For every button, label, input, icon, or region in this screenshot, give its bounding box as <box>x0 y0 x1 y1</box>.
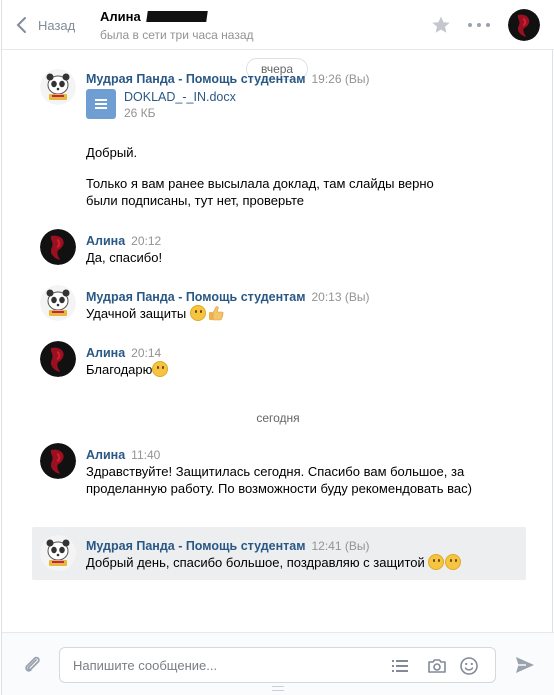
sender-avatar[interactable] <box>40 229 76 265</box>
message-header: Алина 20:12 <box>86 233 161 248</box>
message-text-row: Добрый день, спасибо большое, поздравляю… <box>86 554 516 571</box>
document-icon <box>86 89 116 119</box>
peer-info[interactable]: Алина была в сети три часа назад <box>100 9 254 42</box>
message-author[interactable]: Алина <box>86 234 125 248</box>
sender-avatar[interactable] <box>40 535 76 571</box>
peer-status: была в сети три часа назад <box>100 28 254 42</box>
sender-avatar[interactable] <box>40 285 76 321</box>
message-time[interactable]: 12:41 (Вы) <box>311 539 369 553</box>
message-time[interactable]: 20:14 <box>131 346 161 360</box>
back-label: Назад <box>38 17 76 33</box>
message-input-placeholder: Напишите сообщение... <box>73 658 218 673</box>
message-time[interactable]: 20:13 (Вы) <box>311 290 369 304</box>
smiley-emoji-icon <box>189 305 206 321</box>
message-author[interactable]: Мудрая Панда - Помощь студентам <box>86 72 305 86</box>
message-text-row: Благодарю <box>86 361 486 378</box>
message-author[interactable]: Мудрая Панда - Помощь студентам <box>86 290 305 304</box>
message-item[interactable]: Мудрая Панда - Помощь студентам 19:26 (Вы… <box>32 65 526 215</box>
smile-icon[interactable] <box>459 656 479 676</box>
message-text: Только я вам ранее высылала доклад, там … <box>86 176 434 208</box>
sender-avatar[interactable] <box>40 69 76 105</box>
chat-header: Назад Алина была в сети три часа назад <box>2 0 554 50</box>
message-time[interactable]: 20:12 <box>131 234 161 248</box>
message-text: Да, спасибо! <box>86 250 163 265</box>
peer-name: Алина <box>100 9 141 24</box>
redaction-mark <box>145 11 208 22</box>
message-item[interactable]: Алина 20:14 Благодарю <box>32 339 526 385</box>
day-separator-today: сегодня <box>256 411 300 425</box>
message-item-selected[interactable]: Мудрая Панда - Помощь студентам 12:41 (Вы… <box>32 527 526 580</box>
message-header: Мудрая Панда - Помощь студентам 20:13 (Вы… <box>86 289 369 304</box>
thumbs-up-emoji-icon <box>208 306 224 321</box>
peer-avatar[interactable] <box>508 9 540 41</box>
message-text-row: Удачной защиты <box>86 305 486 322</box>
message-header: Алина 11:40 <box>86 447 160 462</box>
message-text: Добрый день, спасибо большое, поздравляю… <box>86 555 425 570</box>
message-history[interactable]: вчера Мудрая Панда - Помощь студентам 19:… <box>2 51 554 631</box>
message-time[interactable]: 11:40 <box>131 448 160 462</box>
message-item[interactable]: Алина 11:40 Здравствуйте! Защитилась сего… <box>32 441 526 521</box>
message-header: Мудрая Панда - Помощь студентам 12:41 (Вы… <box>86 538 369 553</box>
chat-window: Назад Алина была в сети три часа назад в… <box>1 0 554 695</box>
peer-name-row: Алина <box>100 9 254 24</box>
message-header: Алина 20:14 <box>86 345 161 360</box>
message-item[interactable]: Алина 20:12 Да, спасибо! <box>32 227 526 273</box>
sender-avatar[interactable] <box>40 443 76 479</box>
document-size: 26 КБ <box>124 106 156 120</box>
back-button[interactable]: Назад <box>14 14 75 36</box>
message-text: Добрый. <box>86 145 138 160</box>
message-text: Здравствуйте! Защитилась сегодня. Спасиб… <box>86 464 472 496</box>
message-author[interactable]: Мудрая Панда - Помощь студентам <box>86 539 305 553</box>
camera-icon[interactable] <box>427 656 447 676</box>
message-item[interactable]: Мудрая Панда - Помощь студентам 20:13 (Вы… <box>32 283 526 329</box>
hugging-emoji-icon <box>445 554 462 570</box>
paperclip-icon[interactable] <box>21 653 43 675</box>
smiley-emoji-icon <box>152 361 169 377</box>
message-time[interactable]: 19:26 (Вы) <box>311 72 369 86</box>
message-author[interactable]: Алина <box>86 448 125 462</box>
more-icon[interactable] <box>468 17 490 33</box>
message-text: Удачной защиты <box>86 306 187 321</box>
star-icon[interactable] <box>431 15 451 35</box>
message-header: Мудрая Панда - Помощь студентам 19:26 (Вы… <box>86 71 369 86</box>
message-text: Благодарю <box>86 362 153 377</box>
back-chevron-icon <box>16 17 26 33</box>
sender-avatar[interactable] <box>40 341 76 377</box>
message-author[interactable]: Алина <box>86 346 125 360</box>
hugging-emoji-icon <box>428 554 445 570</box>
resize-grip[interactable] <box>272 686 284 691</box>
message-input[interactable]: Напишите сообщение... <box>59 647 496 683</box>
document-name[interactable]: DOKLAD_-_IN.docx <box>124 90 236 104</box>
send-icon[interactable] <box>514 654 536 676</box>
list-icon[interactable] <box>390 656 410 676</box>
